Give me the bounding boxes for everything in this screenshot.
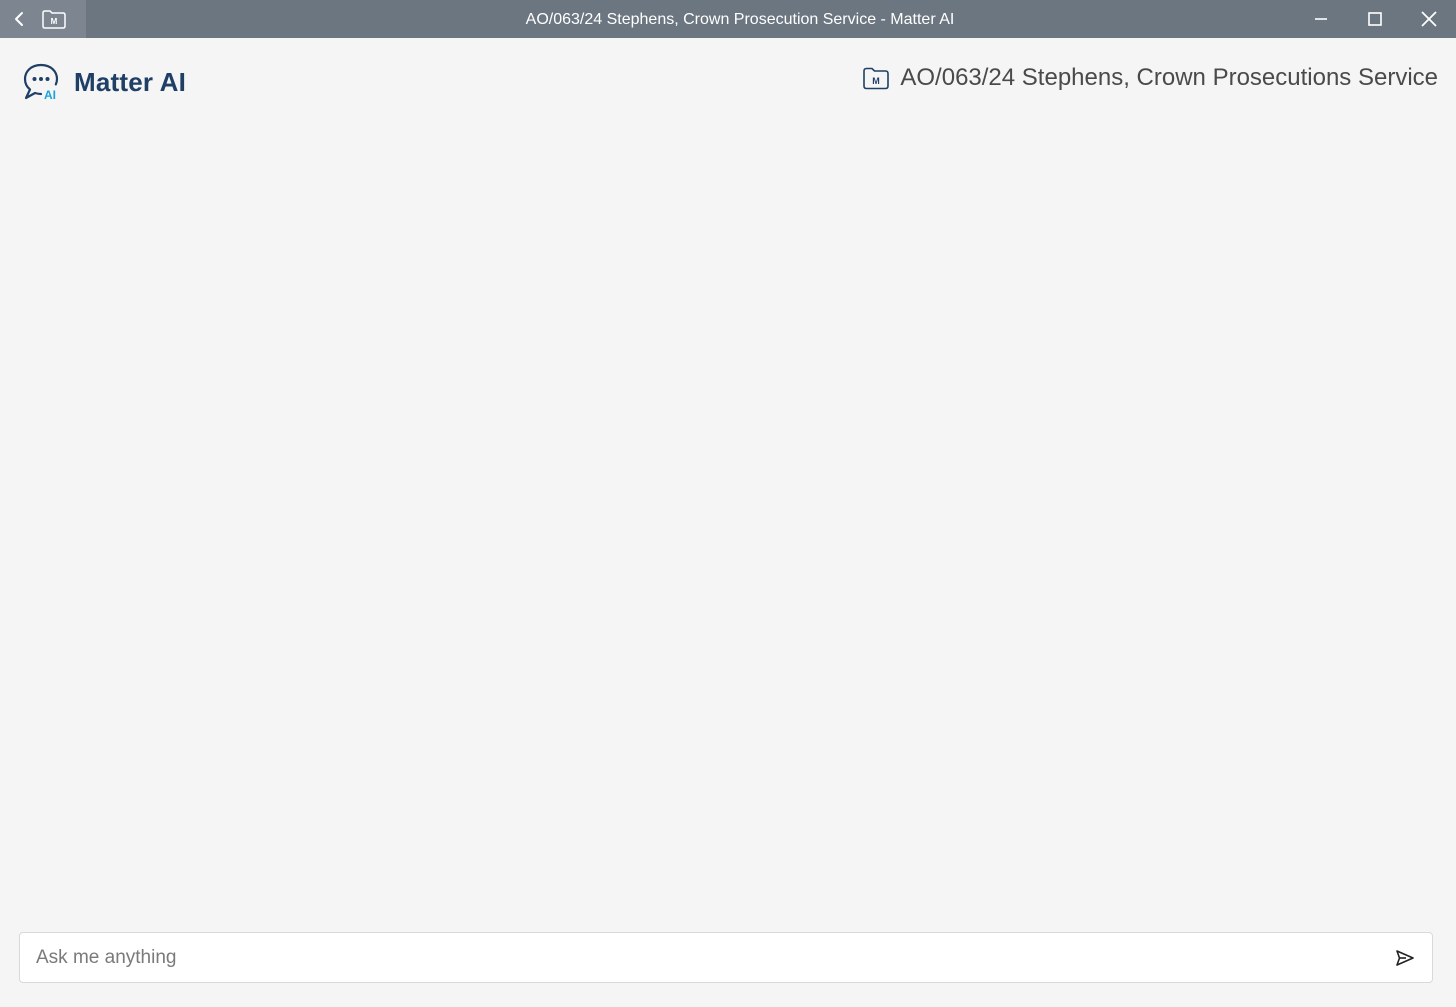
- chat-input[interactable]: [36, 933, 1366, 982]
- close-icon: [1421, 11, 1437, 27]
- maximize-button[interactable]: [1348, 0, 1402, 38]
- title-bar-nav: M: [0, 0, 86, 38]
- app-header: AI Matter AI M AO/063/24 Stephens, Crown…: [0, 38, 1456, 124]
- matter-name: AO/063/24 Stephens, Crown Prosecutions S…: [900, 64, 1438, 91]
- maximize-icon: [1368, 12, 1382, 26]
- matter-header: M AO/063/24 Stephens, Crown Prosecutions…: [862, 64, 1438, 92]
- brand-name: Matter AI: [74, 66, 187, 97]
- brand: AI Matter AI: [22, 62, 186, 102]
- logo-badge: AI: [44, 88, 56, 102]
- minimize-button[interactable]: [1294, 0, 1348, 38]
- window-controls: [1294, 0, 1456, 38]
- conversation-area: [0, 124, 1456, 924]
- send-button[interactable]: [1392, 945, 1418, 971]
- matter-folder-icon: M: [863, 67, 890, 90]
- minimize-icon: [1315, 18, 1327, 20]
- back-button[interactable]: [8, 8, 30, 30]
- folder-letter: M: [51, 17, 58, 26]
- app-window: M AO/063/24 Stephens, Crown Prosecution …: [0, 0, 1456, 1007]
- send-icon: [1396, 950, 1414, 966]
- close-button[interactable]: [1402, 0, 1456, 38]
- title-bar: M AO/063/24 Stephens, Crown Prosecution …: [0, 0, 1456, 38]
- chat-bubble-ai-icon: AI: [23, 63, 59, 102]
- matter-folder-button[interactable]: M: [40, 7, 68, 31]
- window-title: AO/063/24 Stephens, Crown Prosecution Se…: [525, 11, 955, 28]
- matter-folder-icon: M: [42, 10, 66, 29]
- matter-folder-letter: M: [873, 76, 881, 86]
- chevron-left-icon: [15, 12, 23, 26]
- chat-input-container: [19, 932, 1433, 983]
